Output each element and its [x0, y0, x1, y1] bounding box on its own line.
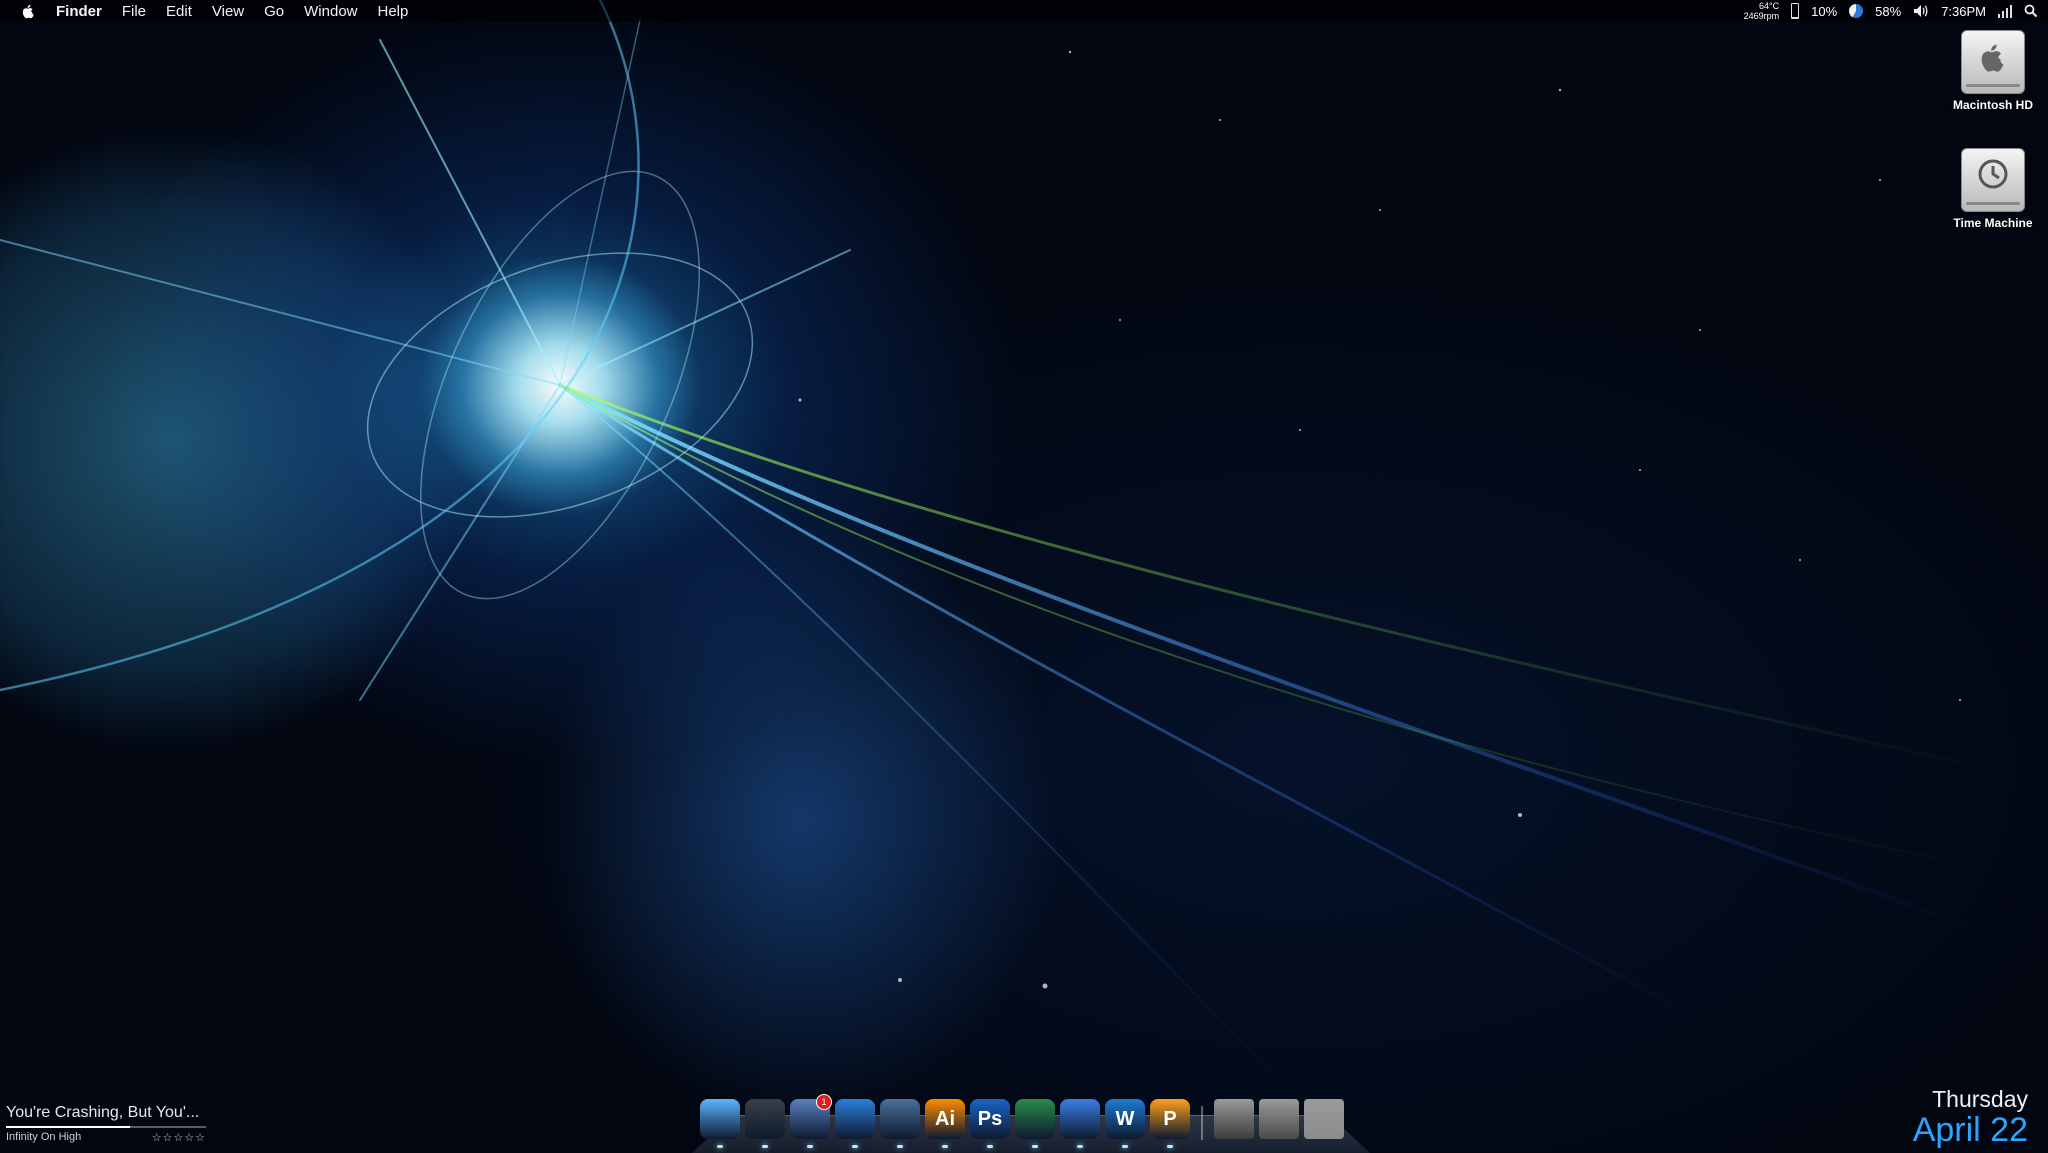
messenger-icon — [1015, 1099, 1055, 1139]
dock-mail-icon[interactable]: 1 — [790, 1094, 832, 1148]
running-indicator — [717, 1145, 723, 1148]
menu-help[interactable]: Help — [378, 3, 409, 20]
running-indicator — [807, 1145, 813, 1148]
battery-percent: 10% — [1811, 3, 1838, 19]
running-indicator — [762, 1145, 768, 1148]
dock-powerpoint-icon[interactable]: P — [1150, 1098, 1190, 1148]
menu-go[interactable]: Go — [264, 3, 284, 20]
trash-icon — [1304, 1099, 1344, 1139]
fan-speed-readout: 2469rpm — [1743, 11, 1780, 21]
unread-badge: 1 — [816, 1094, 832, 1110]
finder-icon — [700, 1099, 740, 1139]
menu-edit[interactable]: Edit — [166, 3, 192, 20]
signal-strength-icon[interactable] — [1998, 4, 2012, 18]
dock-separator — [1201, 1106, 1203, 1140]
time-machine-desktop-icon[interactable]: Time Machine — [1948, 148, 2038, 230]
running-indicator — [987, 1145, 993, 1148]
temperature-monitor[interactable]: 64°C 2469rpm — [1744, 1, 1780, 21]
dock-downloads-icon[interactable] — [1214, 1098, 1254, 1140]
menu-window[interactable]: Window — [304, 3, 357, 20]
dock-itunes-icon[interactable] — [1060, 1098, 1100, 1148]
itunes-icon — [1060, 1099, 1100, 1139]
running-indicator — [1077, 1145, 1083, 1148]
spotlight-search-icon[interactable] — [2024, 4, 2038, 18]
running-indicator — [897, 1145, 903, 1148]
wallpaper — [0, 0, 2042, 1101]
dock-trash-icon[interactable] — [1304, 1098, 1344, 1140]
dock-messenger-icon[interactable] — [1015, 1098, 1055, 1148]
dock-photoshop-icon[interactable]: Ps — [970, 1098, 1010, 1148]
date-widget: Thursday April 22 — [1912, 1086, 2028, 1149]
track-title: You're Crashing, But You'... — [6, 1104, 200, 1121]
macintosh-hd-icon[interactable]: Macintosh HD — [1948, 30, 2038, 112]
running-indicator — [1167, 1145, 1173, 1148]
rating-stars[interactable]: ☆☆☆☆☆ — [152, 1131, 206, 1144]
date-label: April 22 — [1912, 1111, 2028, 1149]
safari-icon — [835, 1099, 875, 1139]
dock: 1 Ai Ps W P — [700, 1092, 1344, 1148]
dock-word-icon[interactable]: W — [1105, 1098, 1145, 1148]
macintosh-hd-label: Macintosh HD — [1952, 98, 2033, 112]
dock-safari-icon[interactable] — [835, 1098, 875, 1148]
dock-illustrator-icon[interactable]: Ai — [925, 1098, 965, 1148]
dock-time-machine-icon[interactable] — [745, 1098, 785, 1148]
running-indicator — [1122, 1145, 1128, 1148]
cpu-percent: 58% — [1875, 3, 1902, 19]
illustrator-icon: Ai — [925, 1099, 965, 1139]
running-indicator — [942, 1145, 948, 1148]
running-indicator — [1032, 1145, 1038, 1148]
volume-icon[interactable] — [1913, 4, 1929, 18]
menu-view[interactable]: View — [212, 3, 244, 20]
documents-icon — [1259, 1099, 1299, 1139]
cpu-pie-icon[interactable] — [1849, 4, 1864, 18]
apple-icon[interactable] — [20, 3, 36, 19]
dock-finder-icon[interactable] — [700, 1098, 740, 1148]
temperature-readout: 64°C — [1759, 1, 1780, 11]
hard-drive-icon — [1961, 30, 2025, 94]
time-machine-label: Time Machine — [1953, 216, 2033, 230]
downloads-icon — [1214, 1099, 1254, 1139]
time-machine-drive-icon — [1961, 148, 2025, 212]
running-indicator — [852, 1145, 858, 1148]
dock-documents-icon[interactable] — [1259, 1098, 1299, 1140]
weekday-label: Thursday — [1932, 1086, 2028, 1112]
powerpoint-icon: P — [1150, 1099, 1190, 1139]
dock-iphoto-icon[interactable] — [880, 1098, 920, 1148]
battery-icon[interactable] — [1791, 3, 1800, 19]
menu-bar: Finder File Edit View Go Window Help 64°… — [0, 0, 2048, 22]
iphoto-icon — [880, 1099, 920, 1139]
time-machine-icon — [745, 1099, 785, 1139]
track-progress-bar[interactable] — [6, 1126, 206, 1128]
word-icon: W — [1105, 1099, 1145, 1139]
status-area: 64°C 2469rpm 10% 58% 7:36PM — [1744, 0, 2038, 22]
now-playing-widget[interactable]: You're Crashing, But You'... Infinity On… — [6, 1104, 206, 1144]
album-name: Infinity On High — [6, 1131, 82, 1143]
menu-file[interactable]: File — [122, 3, 146, 20]
menu-finder[interactable]: Finder — [56, 3, 102, 20]
clock[interactable]: 7:36PM — [1941, 4, 1986, 19]
photoshop-icon: Ps — [970, 1099, 1010, 1139]
